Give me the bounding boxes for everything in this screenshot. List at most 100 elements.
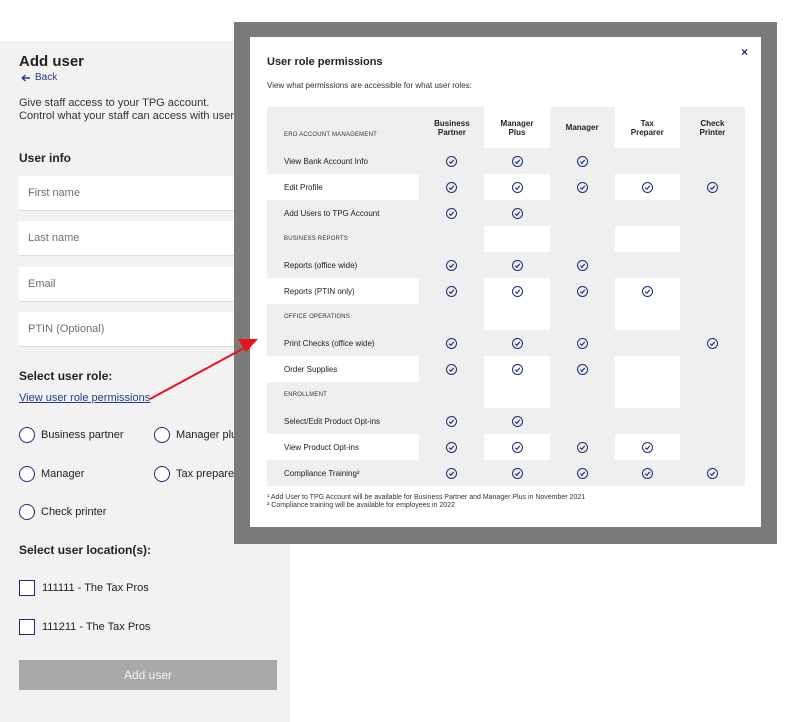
table-section-row: OFFICE OPERATIONS	[267, 304, 745, 330]
permission-cell	[549, 382, 615, 408]
permission-cell	[549, 174, 615, 200]
table-row: View Bank Account Info	[267, 148, 745, 174]
location-checkbox-111111[interactable]: 111111 - The Tax Pros	[19, 580, 149, 596]
role-radio-manager-plus[interactable]: Manager plu	[154, 427, 237, 443]
permission-cell	[615, 278, 680, 304]
column-header-line: Manager	[500, 118, 534, 128]
check-mark-icon	[579, 367, 585, 372]
permission-cell	[419, 304, 485, 330]
radio-circle[interactable]	[154, 466, 170, 482]
check-mark-icon	[709, 341, 716, 346]
permission-cell	[615, 174, 680, 200]
table-row: Add Users to TPG Account	[267, 200, 745, 226]
check-circle-icon	[706, 467, 718, 479]
view-permissions-link[interactable]: View user role permissions	[19, 392, 150, 404]
check-mark-icon	[579, 341, 585, 346]
permission-cell	[549, 408, 615, 434]
radio-circle[interactable]	[154, 427, 170, 443]
radio-circle[interactable]	[19, 466, 35, 482]
check-circle-icon	[446, 415, 458, 427]
check-circle-icon	[576, 181, 588, 193]
check-circle-icon	[576, 441, 588, 453]
user-info-heading: User info	[19, 151, 72, 165]
select-role-heading: Select user role:	[19, 369, 113, 383]
close-icon[interactable]: ×	[741, 45, 748, 59]
permission-cell	[679, 148, 745, 174]
last-name-input[interactable]	[19, 221, 259, 256]
check-mark-icon	[514, 341, 520, 346]
permission-cell	[679, 382, 745, 408]
permission-label: Compliance Training²	[267, 460, 420, 486]
role-radio-manager[interactable]: Manager	[19, 466, 84, 482]
check-circle-icon	[641, 441, 653, 453]
permission-cell	[679, 200, 745, 226]
arrow-left-icon	[21, 73, 30, 82]
checkbox-label: 111211 - The Tax Pros	[42, 621, 151, 633]
permission-cell	[549, 200, 615, 226]
footnote-1: ¹ Add User to TPG Account will be availa…	[267, 494, 586, 501]
radio-circle[interactable]	[19, 427, 35, 443]
check-mark-icon	[644, 471, 650, 476]
permission-cell	[679, 226, 745, 252]
check-mark-icon	[644, 289, 650, 294]
table-row: Reports (PTIN only)	[267, 278, 745, 304]
table-row: Print Checks (office wide)	[267, 330, 745, 356]
check-mark-icon	[579, 185, 585, 190]
add-user-button[interactable]: Add user	[19, 660, 277, 690]
column-header-manager: Manager	[549, 107, 615, 148]
permission-cell	[615, 226, 680, 252]
permission-cell	[419, 252, 485, 278]
section-header-ero: ERO ACCOUNT MANAGEMENT	[267, 107, 420, 148]
permission-cell	[615, 382, 680, 408]
check-mark-icon	[449, 341, 455, 346]
role-radio-tax-preparer[interactable]: Tax prepare	[154, 466, 234, 482]
section-label: BUSINESS REPORTS	[267, 226, 420, 252]
check-circle-icon	[511, 285, 523, 297]
permission-cell	[419, 356, 485, 382]
column-header-line: Printer	[699, 127, 726, 137]
permission-cell	[419, 434, 485, 460]
intro-text: Give staff access to your TPG account. C…	[19, 97, 249, 123]
column-header-line: Manager	[565, 123, 599, 132]
check-circle-icon	[641, 467, 653, 479]
permission-cell	[484, 148, 550, 174]
column-header-line: Plus	[508, 127, 526, 137]
column-header-line: Preparer	[630, 127, 664, 137]
radio-circle[interactable]	[19, 504, 35, 520]
permission-cell	[549, 330, 615, 356]
check-mark-icon	[449, 211, 455, 216]
check-circle-icon	[511, 259, 523, 271]
checkbox-box[interactable]	[19, 580, 35, 596]
permission-label: Select/Edit Product Opt-ins	[267, 408, 420, 434]
permission-cell	[615, 434, 680, 460]
role-radio-check-printer[interactable]: Check printer	[19, 504, 106, 520]
check-circle-icon	[446, 285, 458, 297]
permission-cell	[614, 252, 680, 278]
check-mark-icon	[514, 159, 520, 164]
permission-cell	[679, 304, 745, 330]
permissions-modal: User role permissions × View what permis…	[250, 37, 761, 527]
permission-cell	[549, 304, 615, 330]
table-row: Select/Edit Product Opt-ins	[267, 408, 745, 434]
permission-cell	[679, 356, 745, 382]
role-radio-business-partner[interactable]: Business partner	[19, 427, 124, 443]
check-mark-icon	[449, 419, 455, 424]
permission-cell	[484, 226, 549, 252]
footnote-2: ² Compliance training will be available …	[267, 502, 455, 509]
permission-cell	[419, 382, 485, 408]
email-input[interactable]	[19, 267, 259, 302]
permission-cell	[614, 460, 680, 486]
location-checkbox-111211[interactable]: 111211 - The Tax Pros	[19, 619, 150, 635]
permission-cell	[679, 278, 745, 304]
table-section-row: ENROLLMENT	[267, 382, 745, 408]
ptin-input[interactable]	[19, 312, 259, 347]
permission-cell	[419, 174, 485, 200]
radio-label: Check printer	[41, 506, 107, 518]
first-name-input[interactable]	[19, 176, 259, 211]
check-mark-icon	[514, 185, 520, 190]
permission-cell	[484, 434, 549, 460]
check-mark-icon	[579, 471, 585, 476]
checkbox-box[interactable]	[19, 619, 35, 635]
back-link[interactable]: Back	[21, 72, 57, 83]
permission-cell	[484, 278, 549, 304]
